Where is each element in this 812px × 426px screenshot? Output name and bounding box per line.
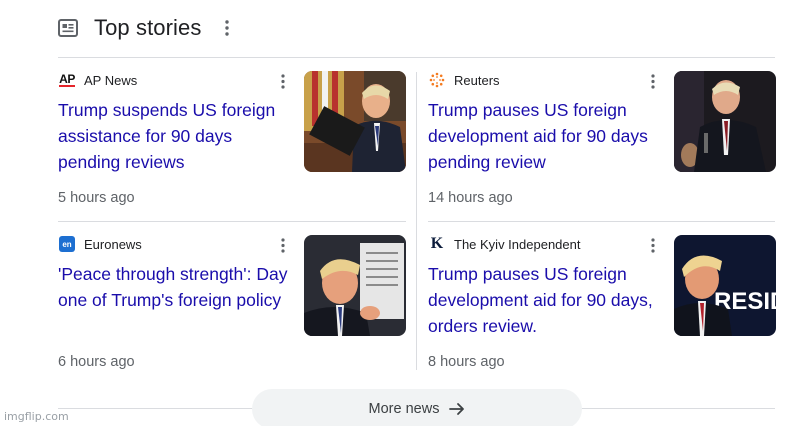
- source-name: The Kyiv Independent: [454, 236, 581, 252]
- more-news-label: More news: [368, 401, 440, 417]
- story-time: 5 hours ago: [58, 190, 135, 206]
- source-name: AP News: [84, 72, 138, 88]
- newspaper-icon: [58, 18, 78, 38]
- story-time: 8 hours ago: [428, 354, 505, 370]
- story-card[interactable]: Reuters Trump pauses US foreign developm…: [428, 71, 776, 221]
- story-thumbnail[interactable]: RESIDE: [674, 235, 776, 336]
- story-source: AP AP News: [58, 71, 137, 89]
- story-headline[interactable]: Trump pauses US foreign development aid …: [428, 261, 660, 339]
- story-card[interactable]: en Euronews 'Peace through strength': Da…: [58, 235, 406, 385]
- story-options-icon[interactable]: [277, 236, 289, 254]
- story-time: 6 hours ago: [58, 354, 135, 370]
- story-headline[interactable]: Trump suspends US foreign assistance for…: [58, 97, 290, 175]
- reuters-logo: [428, 72, 446, 88]
- section-title: Top stories: [94, 15, 202, 40]
- story-thumbnail[interactable]: [304, 235, 406, 336]
- source-name: Reuters: [454, 72, 500, 88]
- divider: [58, 221, 406, 222]
- story-card[interactable]: K The Kyiv Independent Trump pauses US f…: [428, 235, 776, 385]
- source-name: Euronews: [84, 236, 142, 252]
- story-thumbnail[interactable]: [674, 71, 776, 172]
- watermark: imgflip.com: [4, 410, 69, 423]
- more-news-button[interactable]: More news: [252, 389, 582, 426]
- story-source: en Euronews: [58, 235, 142, 253]
- story-options-icon[interactable]: [277, 72, 289, 90]
- story-card[interactable]: AP AP News Trump suspends US foreign ass…: [58, 71, 406, 221]
- column-divider: [416, 72, 417, 370]
- story-headline[interactable]: 'Peace through strength': Day one of Tru…: [58, 261, 290, 313]
- story-source: K The Kyiv Independent: [428, 235, 581, 253]
- story-headline[interactable]: Trump pauses US foreign development aid …: [428, 97, 660, 175]
- story-options-icon[interactable]: [647, 236, 659, 254]
- more-options-icon[interactable]: [221, 18, 233, 38]
- ap-news-logo: AP: [59, 72, 75, 87]
- story-time: 14 hours ago: [428, 190, 513, 206]
- kyiv-independent-logo: K: [430, 235, 444, 252]
- euronews-logo: en: [58, 236, 76, 252]
- divider: [428, 221, 775, 222]
- top-stories-header: Top stories: [58, 12, 233, 44]
- arrow-right-icon: [449, 402, 465, 416]
- story-options-icon[interactable]: [647, 72, 659, 90]
- story-thumbnail[interactable]: [304, 71, 406, 172]
- story-source: Reuters: [428, 71, 500, 89]
- divider: [58, 57, 775, 58]
